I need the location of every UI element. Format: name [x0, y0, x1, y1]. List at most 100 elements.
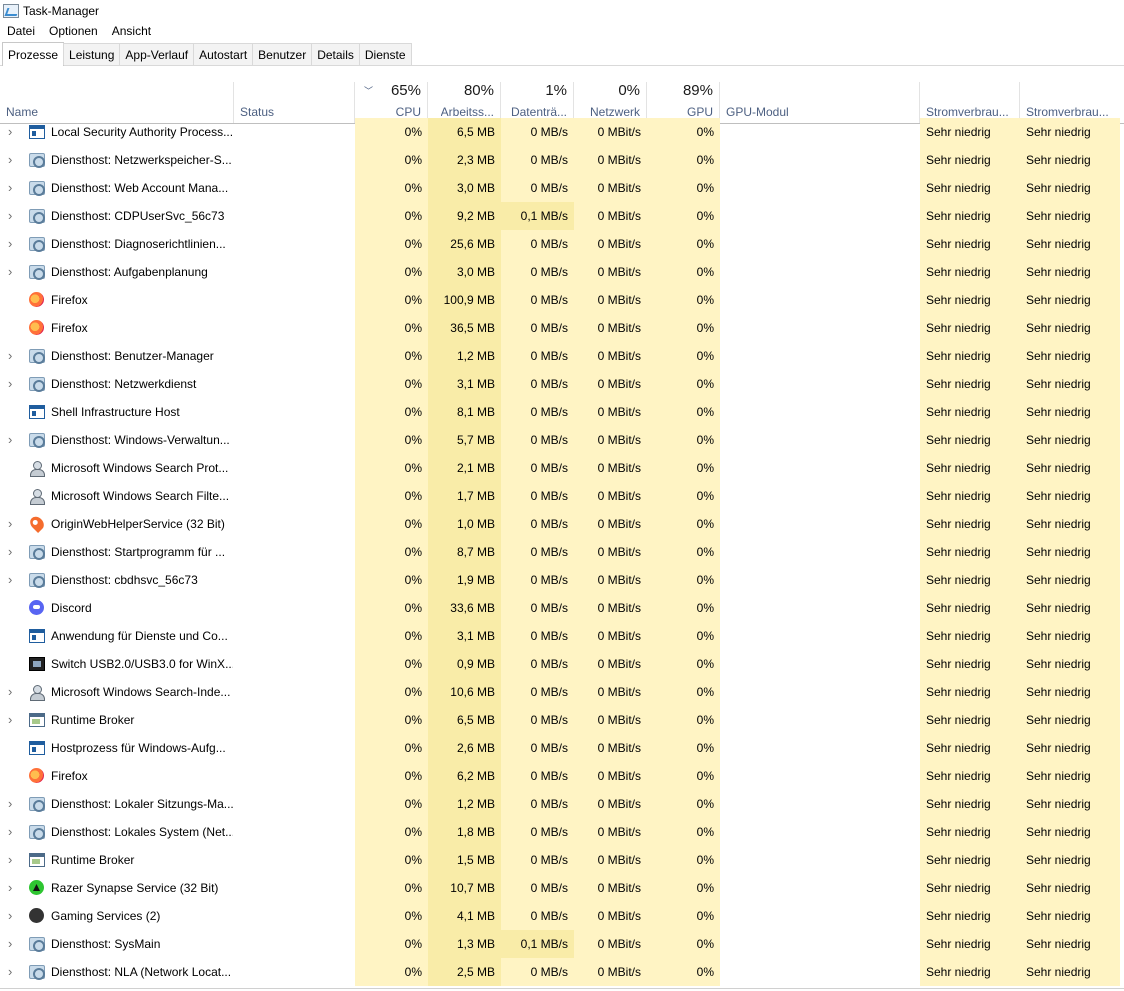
disk-cell: 0 MB/s: [501, 566, 574, 594]
table-row[interactable]: › Microsoft Windows Search-Inde... 0% 10,6 …: [0, 678, 1124, 706]
menu-datei[interactable]: Datei: [0, 24, 42, 38]
table-row[interactable]: › Razer Synapse Service (32 Bit) 0% 10,7 MB…: [0, 874, 1124, 902]
tab-dienste[interactable]: Dienste: [358, 43, 412, 65]
power-cell: Sehr niedrig: [920, 846, 1020, 874]
column-header-power[interactable]: Stromverbrau...: [920, 82, 1020, 123]
expand-chevron-icon[interactable]: ›: [8, 706, 12, 734]
expand-chevron-icon[interactable]: ›: [8, 258, 12, 286]
table-row[interactable]: Microsoft Windows Search Prot... 0% 2,1 MB…: [0, 454, 1124, 482]
expand-chevron-icon[interactable]: ›: [8, 510, 12, 538]
disk-cell: 0 MB/s: [501, 398, 574, 426]
table-row[interactable]: › Diensthost: Netzwerkspeicher-S... 0% 2,3 …: [0, 146, 1124, 174]
memory-cell: 0,9 MB: [428, 650, 501, 678]
expand-chevron-icon[interactable]: ›: [8, 146, 12, 174]
table-row[interactable]: › Diensthost: Netzwerkdienst 0% 3,1 MB 0 MB/…: [0, 370, 1124, 398]
menu-ansicht[interactable]: Ansicht: [105, 24, 158, 38]
memory-cell: 1,8 MB: [428, 818, 501, 846]
network-cell: 0 MBit/s: [574, 342, 647, 370]
gpu-engine-cell: [720, 230, 920, 258]
expand-chevron-icon[interactable]: ›: [8, 174, 12, 202]
table-row[interactable]: › Diensthost: CDPUserSvc_56c73 0% 9,2 MB 0,1…: [0, 202, 1124, 230]
tab-app-verlauf[interactable]: App-Verlauf: [119, 43, 195, 65]
network-cell: 0 MBit/s: [574, 398, 647, 426]
disk-cell: 0 MB/s: [501, 594, 574, 622]
table-row[interactable]: › Runtime Broker 0% 6,5 MB 0 MB/s 0 MBit/s 0% S…: [0, 706, 1124, 734]
table-row[interactable]: Shell Infrastructure Host 0% 8,1 MB 0 MB/s 0…: [0, 398, 1124, 426]
power-trend-cell: Sehr niedrig: [1020, 258, 1120, 286]
expand-chevron-icon[interactable]: ›: [8, 370, 12, 398]
expand-chevron-icon[interactable]: ›: [8, 930, 12, 958]
column-header-status[interactable]: Status: [234, 82, 355, 123]
expand-chevron-icon[interactable]: ›: [8, 202, 12, 230]
process-name: Firefox: [51, 769, 88, 783]
table-row[interactable]: Firefox 0% 36,5 MB 0 MB/s 0 MBit/s 0% Sehr nie…: [0, 314, 1124, 342]
status-cell: [234, 594, 355, 622]
table-row[interactable]: › Diensthost: Lokaler Sitzungs-Ma... 0% 1,2…: [0, 790, 1124, 818]
table-row[interactable]: › Runtime Broker 0% 1,5 MB 0 MB/s 0 MBit/s 0% S…: [0, 846, 1124, 874]
table-row[interactable]: › Diensthost: Startprogramm für ... 0% 8,7 …: [0, 538, 1124, 566]
tab-autostart[interactable]: Autostart: [193, 43, 254, 65]
process-name: Local Security Authority Process...: [51, 125, 233, 139]
power-trend-cell: Sehr niedrig: [1020, 146, 1120, 174]
table-row[interactable]: › Diensthost: NLA (Network Locat... 0% 2,5 …: [0, 958, 1124, 986]
column-header-cpu[interactable]: ﹀ 65% CPU: [355, 82, 428, 123]
process-name: Microsoft Windows Search Prot...: [51, 461, 229, 475]
table-row[interactable]: Firefox 0% 100,9 MB 0 MB/s 0 MBit/s 0% Sehr ni…: [0, 286, 1124, 314]
expand-chevron-icon[interactable]: ›: [8, 846, 12, 874]
table-row[interactable]: Switch USB2.0/USB3.0 for WinX... 0% 0,9 MB…: [0, 650, 1124, 678]
expand-chevron-icon[interactable]: ›: [8, 818, 12, 846]
column-header-gpu-engine[interactable]: GPU-Modul: [720, 82, 920, 123]
column-header-disk[interactable]: 1% Datenträ...: [501, 82, 574, 123]
table-row[interactable]: › Local Security Authority Process... 0% 6,…: [0, 118, 1124, 146]
expand-chevron-icon[interactable]: ›: [8, 426, 12, 454]
table-row[interactable]: › Diensthost: Windows-Verwaltun... 0% 5,7 M…: [0, 426, 1124, 454]
table-row[interactable]: Discord 0% 33,6 MB 0 MB/s 0 MBit/s 0% Sehr nie…: [0, 594, 1124, 622]
column-header-gpu[interactable]: 89% GPU: [647, 82, 720, 123]
column-header-memory[interactable]: 80% Arbeitss...: [428, 82, 501, 123]
disk-cell: 0 MB/s: [501, 650, 574, 678]
table-row[interactable]: › Diensthost: Aufgabenplanung 0% 3,0 MB 0 MB…: [0, 258, 1124, 286]
column-header-power-trend[interactable]: Stromverbrau...: [1020, 82, 1120, 123]
tab-prozesse[interactable]: Prozesse: [2, 42, 65, 66]
table-row[interactable]: Microsoft Windows Search Filte... 0% 1,7 M…: [0, 482, 1124, 510]
cpu-cell: 0%: [355, 650, 428, 678]
table-row[interactable]: Anwendung für Dienste und Co... 0% 3,1 MB 0…: [0, 622, 1124, 650]
process-name: Discord: [51, 601, 92, 615]
table-row[interactable]: › Diensthost: SysMain 0% 1,3 MB 0,1 MB/s 0 MB…: [0, 930, 1124, 958]
tab-benutzer[interactable]: Benutzer: [252, 43, 313, 65]
memory-cell: 6,2 MB: [428, 762, 501, 790]
cpu-cell: 0%: [355, 118, 428, 146]
process-name: Diensthost: CDPUserSvc_56c73: [51, 209, 225, 223]
expand-chevron-icon[interactable]: ›: [8, 230, 12, 258]
expand-chevron-icon[interactable]: ›: [8, 678, 12, 706]
menu-optionen[interactable]: Optionen: [42, 24, 105, 38]
table-row[interactable]: › Diensthost: Lokales System (Net... 0% 1,8…: [0, 818, 1124, 846]
razer-icon: [29, 880, 44, 895]
table-row[interactable]: Hostprozess für Windows-Aufg... 0% 2,6 MB 0…: [0, 734, 1124, 762]
expand-chevron-icon[interactable]: ›: [8, 118, 12, 146]
power-trend-cell: Sehr niedrig: [1020, 650, 1120, 678]
table-row[interactable]: › Diensthost: Benutzer-Manager 0% 1,2 MB 0 M…: [0, 342, 1124, 370]
disk-cell: 0 MB/s: [501, 678, 574, 706]
column-header-network[interactable]: 0% Netzwerk: [574, 82, 647, 123]
gpu-cell: 0%: [647, 510, 720, 538]
expand-chevron-icon[interactable]: ›: [8, 874, 12, 902]
table-row[interactable]: › OriginWebHelperService (32 Bit) 0% 1,0 MB…: [0, 510, 1124, 538]
expand-chevron-icon[interactable]: ›: [8, 566, 12, 594]
gpu-cell: 0%: [647, 482, 720, 510]
tab-leistung[interactable]: Leistung: [63, 43, 121, 65]
table-row[interactable]: Firefox 0% 6,2 MB 0 MB/s 0 MBit/s 0% Sehr nied…: [0, 762, 1124, 790]
expand-chevron-icon[interactable]: ›: [8, 958, 12, 986]
expand-chevron-icon[interactable]: ›: [8, 342, 12, 370]
table-row[interactable]: ›Gaming Services (2)0%4,1 MB0 MB/s0 MBit…: [0, 901, 1124, 930]
expand-chevron-icon[interactable]: ›: [8, 790, 12, 818]
table-row[interactable]: › Diensthost: Diagnoserichtlinien... 0% 25,…: [0, 230, 1124, 258]
expand-chevron-icon[interactable]: ›: [8, 538, 12, 566]
table-row[interactable]: › Diensthost: Web Account Mana... 0% 3,0 MB…: [0, 174, 1124, 202]
column-header-name[interactable]: Name: [0, 82, 234, 123]
tab-details[interactable]: Details: [311, 43, 360, 65]
status-cell: [234, 118, 355, 146]
expand-chevron-icon[interactable]: ›: [8, 902, 12, 930]
table-row[interactable]: › Diensthost: cbdhsvc_56c73 0% 1,9 MB 0 MB/s…: [0, 566, 1124, 594]
disk-cell: 0 MB/s: [501, 370, 574, 398]
